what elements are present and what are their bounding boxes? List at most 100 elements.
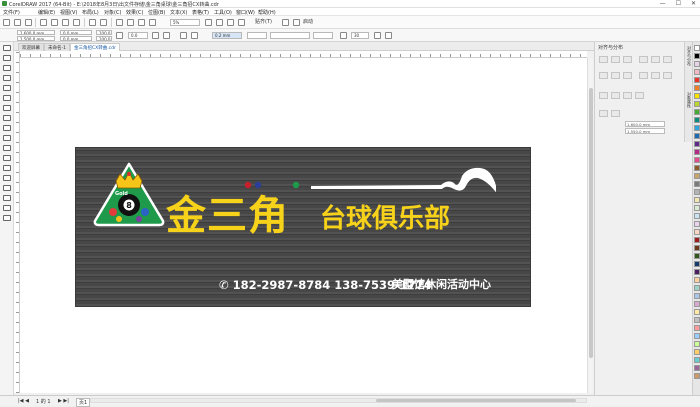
color-swatch[interactable]: [694, 261, 700, 267]
horizontal-scroll-thumb[interactable]: [376, 399, 576, 402]
docker-x-field[interactable]: 1,600.0 mm: [625, 121, 665, 127]
color-swatch[interactable]: [694, 149, 700, 155]
distribute-top-icon[interactable]: [639, 72, 648, 79]
lock-ratio-icon[interactable]: [116, 32, 123, 39]
curve-smoothing-field[interactable]: 30: [351, 32, 369, 39]
polygon-tool-icon[interactable]: [3, 125, 11, 131]
page-first-prev-nav[interactable]: |◀ ◀: [18, 398, 29, 404]
zoom-level-field[interactable]: 5%: [170, 19, 200, 26]
menu-help[interactable]: 帮助(H): [258, 9, 276, 16]
color-swatch[interactable]: [694, 101, 700, 107]
smart-fill-tool-icon[interactable]: [3, 205, 11, 211]
to-front-icon[interactable]: [385, 32, 392, 39]
node-tool-icon[interactable]: [180, 32, 187, 39]
color-swatch[interactable]: [694, 165, 700, 171]
search-content-icon[interactable]: [116, 19, 123, 26]
color-swatch[interactable]: [694, 229, 700, 235]
color-swatch[interactable]: [694, 117, 700, 123]
align-center-v-icon[interactable]: [651, 56, 660, 63]
height-field[interactable]: 0.0 mm: [60, 36, 92, 41]
color-swatch[interactable]: [694, 357, 700, 363]
wrap-text-icon[interactable]: [374, 32, 381, 39]
mirror-horizontal-icon[interactable]: [152, 32, 159, 39]
mirror-vertical-icon[interactable]: [163, 32, 170, 39]
align-center-h-icon[interactable]: [611, 56, 620, 63]
color-swatch[interactable]: [694, 333, 700, 339]
menu-bitmaps[interactable]: 位图(B): [148, 9, 165, 16]
color-swatch[interactable]: [694, 77, 700, 83]
tab-welcome-screen[interactable]: 欢迎屏幕: [18, 43, 44, 51]
menu-layout[interactable]: 布局(L): [82, 9, 99, 16]
color-swatch[interactable]: [694, 125, 700, 131]
color-swatch[interactable]: [694, 53, 700, 59]
freehand-tool-icon[interactable]: [3, 85, 11, 91]
docker-y-field[interactable]: 1,550.0 mm: [625, 128, 665, 134]
color-swatch[interactable]: [694, 309, 700, 315]
color-swatch[interactable]: [694, 237, 700, 243]
color-swatch[interactable]: [694, 365, 700, 371]
parallel-dimension-tool-icon[interactable]: [3, 145, 11, 151]
redo-icon[interactable]: [100, 19, 107, 26]
open-folder-icon[interactable]: [14, 19, 21, 26]
drop-shadow-tool-icon[interactable]: [3, 165, 11, 171]
text-tool-icon[interactable]: [3, 135, 11, 141]
snap-to-dropdown[interactable]: 贴齐(T): [255, 19, 272, 26]
color-swatch[interactable]: [694, 325, 700, 331]
color-swatch[interactable]: [694, 213, 700, 219]
color-swatch[interactable]: [694, 109, 700, 115]
menu-effects[interactable]: 效果(C): [126, 9, 143, 16]
crop-tool-icon[interactable]: [3, 65, 11, 71]
color-swatch[interactable]: [694, 221, 700, 227]
color-swatch[interactable]: [694, 317, 700, 323]
cut-icon[interactable]: [51, 19, 58, 26]
show-grid-icon[interactable]: [227, 19, 234, 26]
paste-icon[interactable]: [73, 19, 80, 26]
maximize-button[interactable]: ☐: [676, 0, 681, 7]
color-swatch[interactable]: [694, 349, 700, 355]
signboard-artwork[interactable]: 8 Gold 金三角 台球俱乐部 ✆ 182-2987-8784 138-753…: [75, 147, 531, 307]
color-swatch[interactable]: [694, 157, 700, 163]
menu-file[interactable]: 文件(F): [3, 9, 20, 16]
color-swatch[interactable]: [694, 253, 700, 259]
full-screen-icon[interactable]: [205, 19, 212, 26]
zoom-tool-icon[interactable]: [3, 75, 11, 81]
close-curve-icon[interactable]: [191, 32, 198, 39]
launch-icon[interactable]: [293, 19, 300, 26]
import-icon[interactable]: [127, 19, 134, 26]
align-top-icon[interactable]: [639, 56, 648, 63]
close-button[interactable]: ✕: [691, 0, 696, 7]
save-icon[interactable]: [25, 19, 32, 26]
menu-table[interactable]: 表格(T): [192, 9, 209, 16]
tab-active-document[interactable]: 金三角招CX转曲.cdr: [70, 43, 120, 51]
page-tab[interactable]: 页1: [76, 398, 91, 407]
outline-width-field[interactable]: 0.2 mm: [212, 32, 242, 39]
color-swatch[interactable]: [694, 61, 700, 67]
color-swatch[interactable]: [694, 189, 700, 195]
print-icon[interactable]: [40, 19, 47, 26]
color-swatch[interactable]: [694, 93, 700, 99]
transparency-tool-icon[interactable]: [3, 175, 11, 181]
page-center-icon[interactable]: [623, 92, 632, 99]
line-style-dropdown[interactable]: [270, 32, 310, 39]
color-swatch[interactable]: [694, 293, 700, 299]
options-gear-icon[interactable]: [282, 19, 289, 26]
launch-dropdown[interactable]: 启动: [303, 19, 313, 26]
rotation-angle-field[interactable]: 0.0: [128, 32, 148, 39]
width-field[interactable]: 0.0 mm: [60, 30, 92, 35]
scale-x-field[interactable]: 100.0: [96, 30, 112, 35]
horizontal-ruler[interactable]: [20, 51, 587, 58]
color-swatch[interactable]: [694, 277, 700, 283]
new-document-icon[interactable]: [3, 19, 10, 26]
end-arrow-dropdown[interactable]: [313, 32, 333, 39]
page-next-last-nav[interactable]: ▶ ▶|: [58, 398, 69, 404]
distribute-left-icon[interactable]: [599, 72, 608, 79]
color-swatch[interactable]: [694, 141, 700, 147]
publish-pdf-icon[interactable]: [149, 19, 156, 26]
distribute-right-icon[interactable]: [623, 72, 632, 79]
vertical-scrollbar[interactable]: [587, 58, 593, 393]
menu-tools[interactable]: 工具(O): [214, 9, 232, 16]
color-swatch[interactable]: [694, 269, 700, 275]
add-tool-icon[interactable]: [3, 215, 11, 221]
color-swatch[interactable]: [694, 173, 700, 179]
vertical-scroll-thumb[interactable]: [589, 88, 593, 358]
